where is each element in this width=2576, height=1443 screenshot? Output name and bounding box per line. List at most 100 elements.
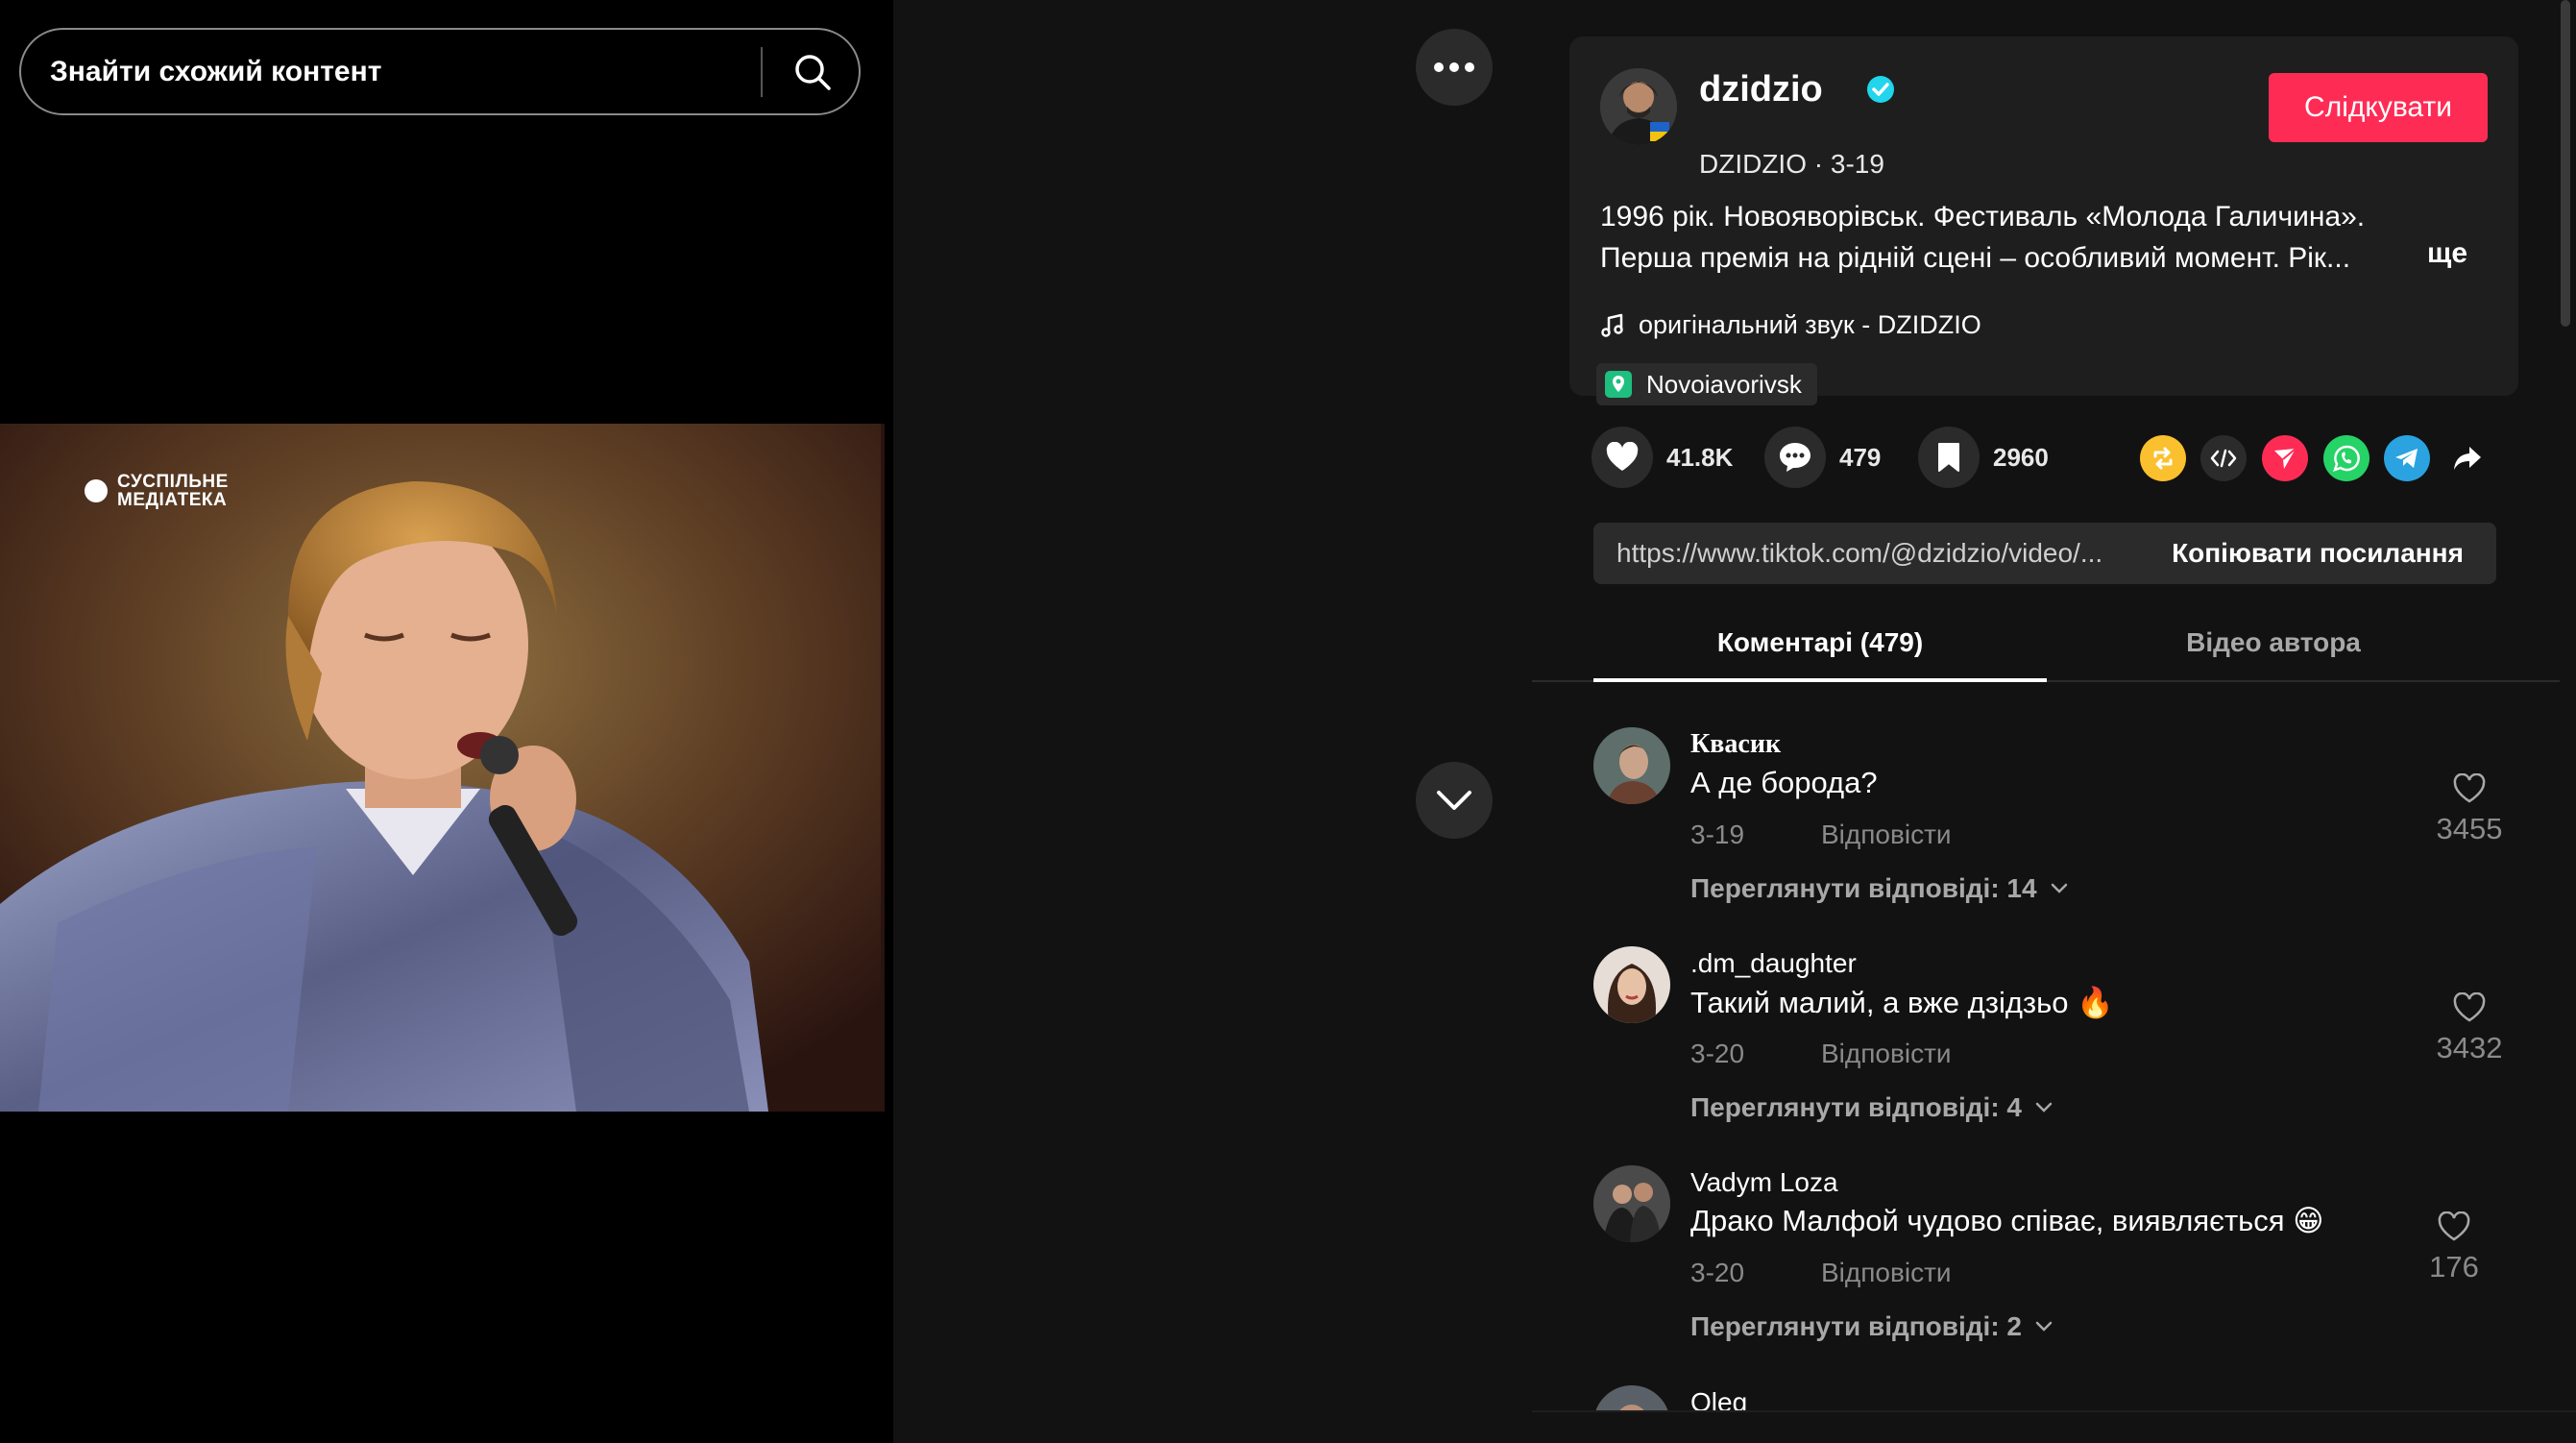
copy-link-button[interactable]: Копіювати посилання [2139,523,2496,584]
more-dots-icon [1434,62,1474,72]
comment-avatar[interactable] [1593,946,1670,1023]
embed-button[interactable] [2200,435,2247,481]
comment-avatar[interactable] [1593,1165,1670,1242]
next-video-button[interactable] [1416,762,1493,839]
follow-button[interactable]: Слідкувати [2269,73,2488,142]
comment-avatar-image [1593,1165,1670,1242]
comment-item: .dm_daughter Такий малий, а вже дзідзьо … [1593,946,2535,1148]
description-more-button[interactable]: ще [2427,237,2467,270]
search-button[interactable] [780,39,845,105]
details-panel: dzidzio DZIDZIO · 3-19 Слідкувати 1996 р… [1532,0,2576,1443]
comment-username[interactable]: Квасик [1690,729,1781,760]
reply-button[interactable]: Відповісти [1821,1258,1952,1288]
comment-text: Драко Малфой чудово співає, виявляється … [1690,1204,2324,1237]
comment-item: Квасик А де борода? 3-19 Відповісти Пере… [1593,727,2535,929]
save-circle [1918,427,1980,488]
video-url[interactable]: https://www.tiktok.com/@dzidzio/video/..… [1616,523,2135,584]
view-replies-button[interactable]: Переглянути відповіді: 14 [1690,873,2068,904]
tab-comments[interactable]: Коментарі (479) [1593,615,2047,682]
video-still-image [0,424,881,1112]
verified-badge-icon [1867,76,1894,103]
video-controls-column [893,0,1532,1443]
reply-button[interactable]: Відповісти [1821,1039,1952,1069]
more-options-button[interactable] [1416,29,1493,106]
view-replies-button[interactable]: Переглянути відповіді: 4 [1690,1092,2053,1123]
comment-button[interactable]: 479 [1764,427,1881,488]
watermark-line-1: СУСПІЛЬНЕ [117,472,229,492]
search-divider [761,47,763,97]
like-button[interactable]: 41.8K [1592,427,1733,488]
author-username[interactable]: dzidzio [1699,69,1823,110]
heart-icon [1606,442,1639,471]
chevron-down-icon [2051,883,2067,893]
author-avatar[interactable] [1600,68,1677,145]
author-card: dzidzio DZIDZIO · 3-19 Слідкувати 1996 р… [1569,37,2518,405]
repost-button[interactable] [2140,435,2186,481]
comment-avatar-image [1593,727,1670,804]
comment-like-button[interactable]: 3455 [2421,773,2517,846]
heart-outline-icon [2453,773,2486,803]
video-watermark: СУСПІЛЬНЕ МЕДІАТЕКА [81,470,229,512]
comment-bubble-icon [1780,443,1810,472]
view-replies-button[interactable]: Переглянути відповіді: 2 [1690,1311,2053,1342]
location-chip[interactable]: Novoiavorivsk [1596,363,1817,405]
comment-like-button[interactable]: 3432 [2421,992,2517,1065]
sound-link[interactable]: оригінальний звук - DZIDZIO [1600,310,1981,340]
heart-outline-icon [2438,1211,2470,1241]
comment-count: 479 [1839,442,1882,472]
location-label: Novoiavorivsk [1646,369,1802,399]
comment-text: Такий малий, а вже дзідзьо 🔥 [1690,986,2114,1019]
author-avatar-image [1600,68,1677,145]
meta-separator: · [1813,149,1824,179]
view-replies-label: Переглянути відповіді: 14 [1690,873,2037,903]
comment-like-count: 3432 [2436,1031,2503,1064]
send-to-friends-button[interactable] [2262,435,2308,481]
save-count: 2960 [1993,442,2049,472]
panel-bottom-edge [1532,1410,2576,1443]
panel-scrollbar[interactable] [2561,0,2570,327]
chevron-down-icon [2035,1321,2053,1332]
paper-plane-icon [2274,448,2297,469]
video-description: 1996 рік. Новояворівськ. Фестиваль «Моло… [1600,201,2366,274]
action-bar: 41.8K 479 2960 [1592,427,2514,492]
sound-label: оригінальний звук - DZIDZIO [1639,310,1981,339]
comment-like-button[interactable]: 176 [2406,1211,2502,1284]
author-meta: DZIDZIO · 3-19 [1699,149,1884,180]
comment-like-count: 176 [2429,1250,2479,1284]
whatsapp-icon [2333,445,2360,472]
search-input[interactable] [50,30,761,113]
view-replies-label: Переглянути відповіді: 2 [1690,1311,2022,1341]
comment-username[interactable]: Vadym Loza [1690,1167,1838,1198]
bookmark-icon [1938,443,1959,472]
comment-username[interactable]: .dm_daughter [1690,948,1857,979]
chevron-down-icon [2035,1102,2053,1113]
share-arrow-icon [2454,447,2481,470]
embed-code-icon [2210,449,2237,468]
comment-date: 3-20 [1690,1039,1745,1068]
repost-icon [2153,447,2173,470]
chevron-down-icon [1437,791,1471,810]
comment-like-count: 3455 [2436,812,2503,845]
comment-circle [1764,427,1826,488]
comment-avatar-image [1593,946,1670,1023]
search-icon [795,55,831,90]
tab-author-videos[interactable]: Відео автора [2047,615,2500,682]
heart-outline-icon [2453,992,2486,1022]
search-bar[interactable] [19,28,861,115]
music-note-icon [1601,313,1623,337]
save-button[interactable]: 2960 [1918,427,2049,488]
like-count: 41.8K [1666,442,1734,472]
video-player[interactable]: СУСПІЛЬНЕ МЕДІАТЕКА [0,424,885,1112]
telegram-icon [2395,449,2418,468]
watermark-text: СУСПІЛЬНЕ МЕДІАТЕКА [117,473,229,509]
comment-date: 3-19 [1690,819,1745,849]
view-replies-label: Переглянути відповіді: 4 [1690,1092,2022,1122]
location-pin-icon [1605,371,1632,398]
like-circle [1592,427,1653,488]
more-share-button[interactable] [2444,435,2491,481]
whatsapp-share-button[interactable] [2323,435,2369,481]
comment-avatar[interactable] [1593,727,1670,804]
telegram-share-button[interactable] [2384,435,2430,481]
tiktok-video-page: СУСПІЛЬНЕ МЕДІАТЕКА [0,0,2576,1443]
reply-button[interactable]: Відповісти [1821,819,1952,850]
